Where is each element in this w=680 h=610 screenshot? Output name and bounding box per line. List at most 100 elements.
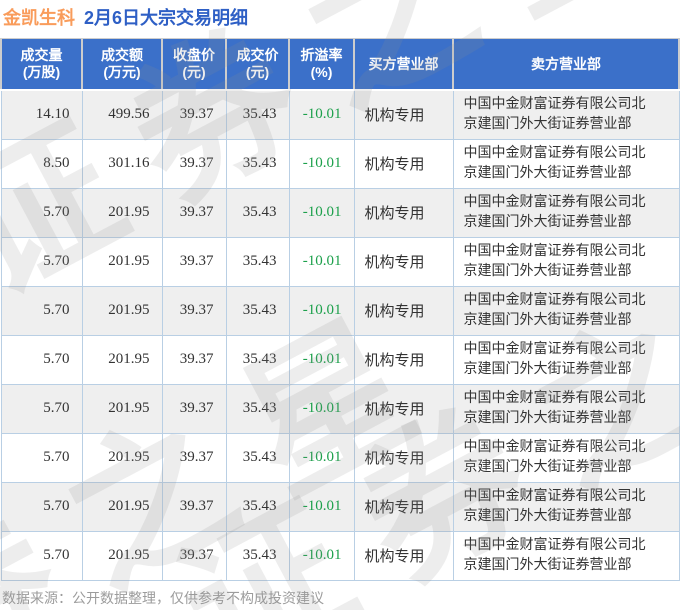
cell-close-price: 39.37 <box>162 237 226 286</box>
cell-amount: 301.16 <box>82 139 162 188</box>
table-body: 14.10 499.56 39.37 35.43 -10.01 机构专用 中国中… <box>1 90 679 580</box>
cell-buyer-branch: 机构专用 <box>354 482 453 531</box>
block-trade-table: 成交量 (万股) 成交额 (万元) 收盘价 (元) 成交价 (元) 折溢率 (%… <box>0 38 680 581</box>
cell-trade-price: 35.43 <box>226 139 289 188</box>
cell-trade-price: 35.43 <box>226 384 289 433</box>
cell-close-price: 39.37 <box>162 188 226 237</box>
col-header-price: 成交价 (元) <box>226 39 289 91</box>
cell-volume: 14.10 <box>1 90 82 139</box>
table-row: 14.10 499.56 39.37 35.43 -10.01 机构专用 中国中… <box>1 90 679 139</box>
cell-buyer-branch: 机构专用 <box>354 384 453 433</box>
cell-trade-price: 35.43 <box>226 531 289 580</box>
cell-buyer-branch: 机构专用 <box>354 237 453 286</box>
cell-premium-rate: -10.01 <box>289 433 354 482</box>
cell-seller-branch: 中国中金财富证券有限公司北京建国门外大街证券营业部 <box>453 139 679 188</box>
col-header-volume: 成交量 (万股) <box>1 39 82 91</box>
cell-premium-rate: -10.01 <box>289 188 354 237</box>
table-row: 5.70 201.95 39.37 35.43 -10.01 机构专用 中国中金… <box>1 286 679 335</box>
cell-amount: 201.95 <box>82 188 162 237</box>
cell-close-price: 39.37 <box>162 335 226 384</box>
table-row: 5.70 201.95 39.37 35.43 -10.01 机构专用 中国中金… <box>1 335 679 384</box>
cell-premium-rate: -10.01 <box>289 286 354 335</box>
cell-buyer-branch: 机构专用 <box>354 531 453 580</box>
cell-trade-price: 35.43 <box>226 433 289 482</box>
seller-branch-text: 中国中金财富证券有限公司北京建国门外大街证券营业部 <box>464 438 652 478</box>
cell-seller-branch: 中国中金财富证券有限公司北京建国门外大街证券营业部 <box>453 286 679 335</box>
table-row: 5.70 201.95 39.37 35.43 -10.01 机构专用 中国中金… <box>1 188 679 237</box>
cell-seller-branch: 中国中金财富证券有限公司北京建国门外大街证券营业部 <box>453 237 679 286</box>
cell-amount: 201.95 <box>82 433 162 482</box>
table-row: 8.50 301.16 39.37 35.43 -10.01 机构专用 中国中金… <box>1 139 679 188</box>
cell-volume: 5.70 <box>1 188 82 237</box>
cell-buyer-branch: 机构专用 <box>354 188 453 237</box>
cell-seller-branch: 中国中金财富证券有限公司北京建国门外大街证券营业部 <box>453 384 679 433</box>
cell-premium-rate: -10.01 <box>289 384 354 433</box>
table-row: 5.70 201.95 39.37 35.43 -10.01 机构专用 中国中金… <box>1 482 679 531</box>
col-header-amount: 成交额 (万元) <box>82 39 162 91</box>
cell-trade-price: 35.43 <box>226 335 289 384</box>
cell-trade-price: 35.43 <box>226 482 289 531</box>
block-trade-detail-page: 金凯生科 2月6日大宗交易明细 成交量 (万股) 成交额 (万元) 收盘价 (元)… <box>0 0 680 608</box>
cell-close-price: 39.37 <box>162 433 226 482</box>
cell-trade-price: 35.43 <box>226 237 289 286</box>
cell-amount: 201.95 <box>82 482 162 531</box>
cell-seller-branch: 中国中金财富证券有限公司北京建国门外大街证券营业部 <box>453 335 679 384</box>
seller-branch-text: 中国中金财富证券有限公司北京建国门外大街证券营业部 <box>464 291 652 331</box>
cell-volume: 5.70 <box>1 433 82 482</box>
cell-close-price: 39.37 <box>162 90 226 139</box>
cell-volume: 5.70 <box>1 531 82 580</box>
cell-buyer-branch: 机构专用 <box>354 90 453 139</box>
table-row: 5.70 201.95 39.37 35.43 -10.01 机构专用 中国中金… <box>1 237 679 286</box>
cell-amount: 499.56 <box>82 90 162 139</box>
cell-volume: 8.50 <box>1 139 82 188</box>
cell-amount: 201.95 <box>82 237 162 286</box>
seller-branch-text: 中国中金财富证券有限公司北京建国门外大街证券营业部 <box>464 536 652 576</box>
col-header-close: 收盘价 (元) <box>162 39 226 91</box>
cell-premium-rate: -10.01 <box>289 482 354 531</box>
cell-seller-branch: 中国中金财富证券有限公司北京建国门外大街证券营业部 <box>453 433 679 482</box>
table-row: 5.70 201.95 39.37 35.43 -10.01 机构专用 中国中金… <box>1 433 679 482</box>
cell-trade-price: 35.43 <box>226 188 289 237</box>
table-row: 5.70 201.95 39.37 35.43 -10.01 机构专用 中国中金… <box>1 531 679 580</box>
cell-amount: 201.95 <box>82 384 162 433</box>
cell-volume: 5.70 <box>1 384 82 433</box>
cell-premium-rate: -10.01 <box>289 237 354 286</box>
cell-close-price: 39.37 <box>162 482 226 531</box>
page-title: 金凯生科 2月6日大宗交易明细 <box>0 0 680 38</box>
cell-seller-branch: 中国中金财富证券有限公司北京建国门外大街证券营业部 <box>453 188 679 237</box>
cell-premium-rate: -10.01 <box>289 139 354 188</box>
seller-branch-text: 中国中金财富证券有限公司北京建国门外大街证券营业部 <box>464 144 652 184</box>
stock-name: 金凯生科 <box>3 8 75 28</box>
cell-buyer-branch: 机构专用 <box>354 433 453 482</box>
seller-branch-text: 中国中金财富证券有限公司北京建国门外大街证券营业部 <box>464 242 652 282</box>
cell-buyer-branch: 机构专用 <box>354 335 453 384</box>
cell-seller-branch: 中国中金财富证券有限公司北京建国门外大街证券营业部 <box>453 531 679 580</box>
table-header-row: 成交量 (万股) 成交额 (万元) 收盘价 (元) 成交价 (元) 折溢率 (%… <box>1 39 679 91</box>
col-header-premium: 折溢率 (%) <box>289 39 354 91</box>
seller-branch-text: 中国中金财富证券有限公司北京建国门外大街证券营业部 <box>464 389 652 429</box>
cell-close-price: 39.37 <box>162 139 226 188</box>
seller-branch-text: 中国中金财富证券有限公司北京建国门外大街证券营业部 <box>464 95 652 135</box>
col-header-seller: 卖方营业部 <box>453 39 679 91</box>
cell-volume: 5.70 <box>1 335 82 384</box>
cell-amount: 201.95 <box>82 286 162 335</box>
cell-amount: 201.95 <box>82 335 162 384</box>
cell-seller-branch: 中国中金财富证券有限公司北京建国门外大街证券营业部 <box>453 482 679 531</box>
cell-trade-price: 35.43 <box>226 90 289 139</box>
cell-amount: 201.95 <box>82 531 162 580</box>
data-source-note: 数据来源：公开数据整理，仅供参考不构成投资建议 <box>0 588 680 608</box>
cell-volume: 5.70 <box>1 237 82 286</box>
table-row: 5.70 201.95 39.37 35.43 -10.01 机构专用 中国中金… <box>1 384 679 433</box>
col-header-buyer: 买方营业部 <box>354 39 453 91</box>
cell-close-price: 39.37 <box>162 384 226 433</box>
cell-seller-branch: 中国中金财富证券有限公司北京建国门外大街证券营业部 <box>453 90 679 139</box>
cell-buyer-branch: 机构专用 <box>354 286 453 335</box>
seller-branch-text: 中国中金财富证券有限公司北京建国门外大街证券营业部 <box>464 487 652 527</box>
cell-close-price: 39.37 <box>162 286 226 335</box>
seller-branch-text: 中国中金财富证券有限公司北京建国门外大街证券营业部 <box>464 340 652 380</box>
cell-close-price: 39.37 <box>162 531 226 580</box>
title-text: 2月6日大宗交易明细 <box>84 8 248 28</box>
seller-branch-text: 中国中金财富证券有限公司北京建国门外大街证券营业部 <box>464 193 652 233</box>
cell-premium-rate: -10.01 <box>289 90 354 139</box>
cell-buyer-branch: 机构专用 <box>354 139 453 188</box>
